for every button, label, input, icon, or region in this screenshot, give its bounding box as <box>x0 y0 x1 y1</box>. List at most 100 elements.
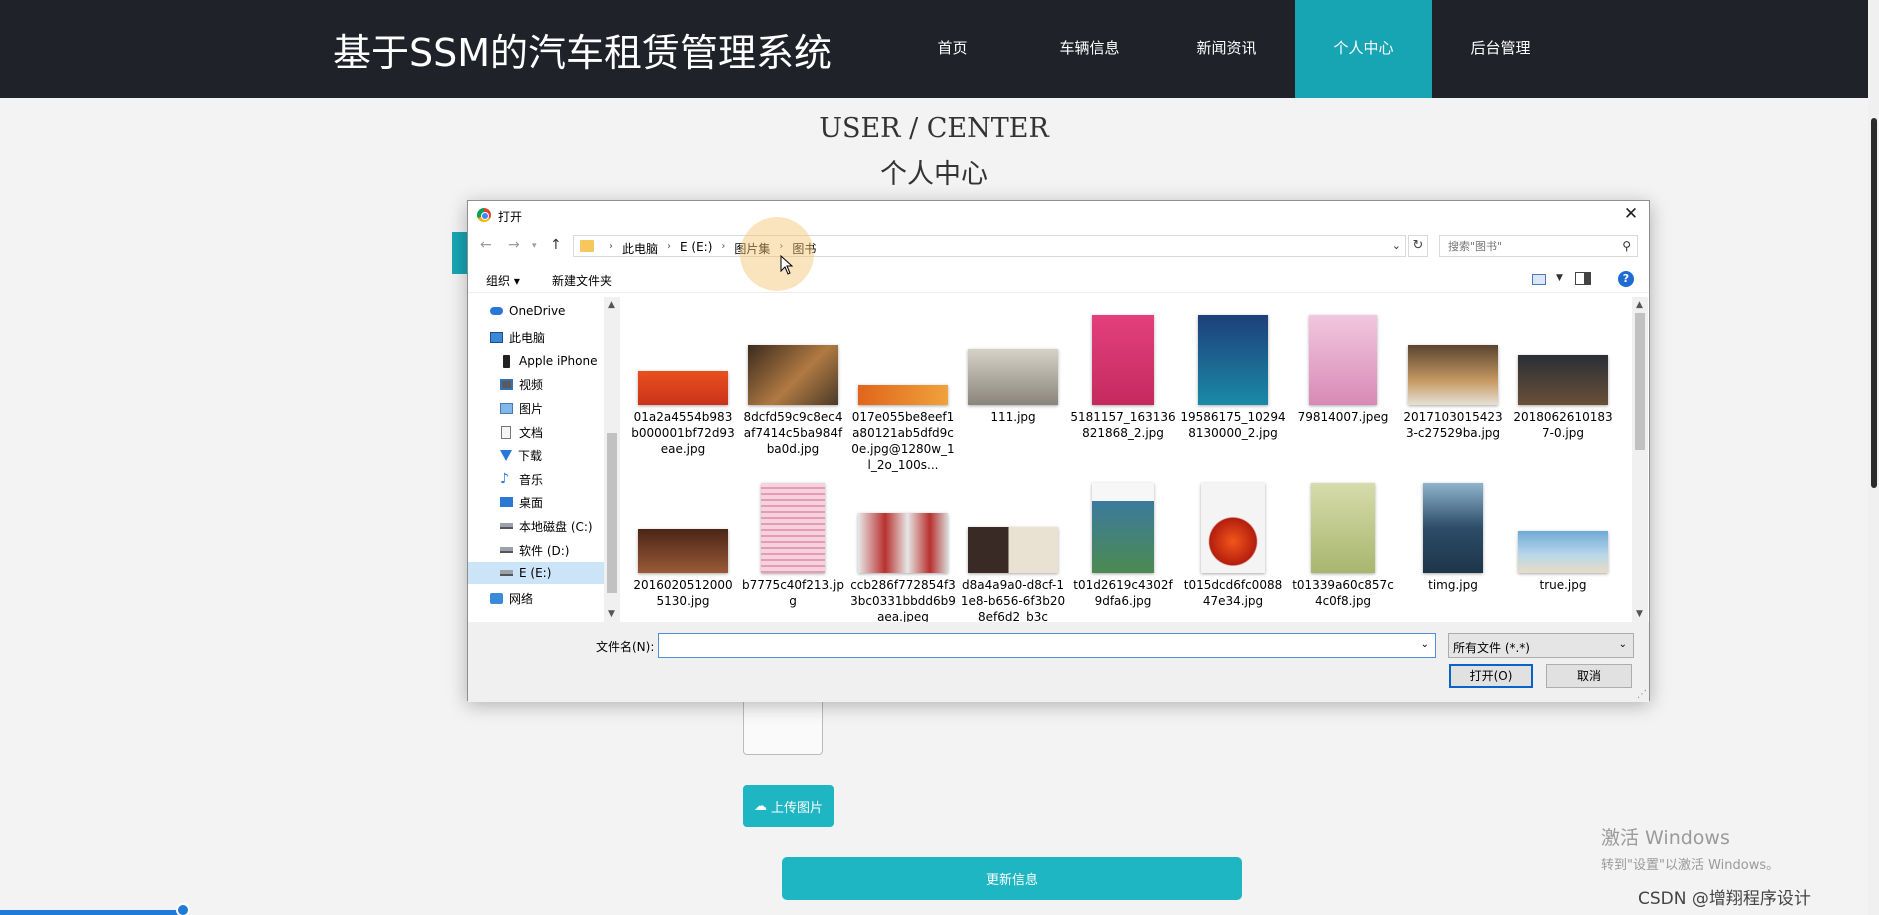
drive-icon <box>500 570 513 576</box>
file-item[interactable]: 79814007.jpeg <box>1290 305 1396 465</box>
file-thumbnail <box>1408 345 1498 405</box>
file-item[interactable]: 20171030154233-c27529ba.jpg <box>1400 305 1506 465</box>
file-thumbnail <box>1092 315 1154 405</box>
sidebar-item-drive-e[interactable]: E (E:) <box>468 562 604 584</box>
navigation-scrollbar[interactable]: ▲ ▼ <box>604 297 620 622</box>
file-name: b7775c40f213.jpg <box>742 578 844 608</box>
back-arrow-icon[interactable]: ← <box>480 237 492 253</box>
sidebar-item-onedrive[interactable]: OneDrive <box>490 300 604 322</box>
file-item[interactable]: timg.jpg <box>1400 473 1506 622</box>
view-mode-icon[interactable] <box>1530 270 1552 288</box>
file-name: true.jpg <box>1539 578 1587 592</box>
scroll-up-icon[interactable]: ▲ <box>608 300 615 310</box>
phone-icon <box>503 354 510 368</box>
nav-news[interactable]: 新闻资讯 <box>1158 0 1295 98</box>
file-item[interactable]: t01d2619c4302f9dfa6.jpg <box>1070 473 1176 622</box>
close-icon[interactable]: ✕ <box>1621 204 1641 224</box>
file-name: timg.jpg <box>1428 578 1478 592</box>
file-item[interactable]: ccb286f772854f33bc0331bbdd6b9aea.jpeg <box>850 473 956 622</box>
chevron-down-icon[interactable]: ⌄ <box>1421 639 1429 650</box>
sidebar-item-desktop[interactable]: 桌面 <box>500 491 604 513</box>
file-thumbnail <box>638 529 728 573</box>
nav-home[interactable]: 首页 <box>884 0 1021 98</box>
sidebar-item-drive-d[interactable]: 软件 (D:) <box>500 539 604 561</box>
dialog-titlebar: 打开 ✕ <box>468 201 1649 229</box>
organize-button[interactable]: 组织 ▾ <box>486 272 520 289</box>
breadcrumb-item[interactable]: 此电脑 <box>622 240 658 257</box>
filename-input[interactable] <box>659 634 1409 657</box>
resize-grip-icon[interactable]: ⋰ <box>1637 689 1647 700</box>
sidebar-item-drive-c[interactable]: 本地磁盘 (C:) <box>500 515 604 537</box>
sidebar-item-network[interactable]: 网络 <box>490 587 604 609</box>
search-input[interactable] <box>1440 236 1610 256</box>
sidebar-item-label: Apple iPhone <box>519 354 598 368</box>
recent-dropdown-icon[interactable]: ▾ <box>532 241 537 251</box>
scroll-down-icon[interactable]: ▼ <box>608 609 615 619</box>
nav-admin[interactable]: 后台管理 <box>1432 0 1569 98</box>
file-thumbnail <box>858 513 948 573</box>
file-item[interactable]: true.jpg <box>1510 473 1616 622</box>
page-title-en: USER / CENTER <box>819 113 1049 144</box>
file-name: 01a2a4554b983b000001bf72d93eae.jpg <box>631 410 735 456</box>
file-thumbnail <box>1092 483 1154 573</box>
sidebar-item-iphone[interactable]: Apple iPhone <box>500 350 604 372</box>
file-item[interactable]: t01339a60c857c4c0f8.jpg <box>1290 473 1396 622</box>
update-info-button[interactable]: 更新信息 <box>782 857 1242 900</box>
file-item[interactable]: d8a4a9a0-d8cf-11e8-b656-6f3b208ef6d2_b3c <box>960 473 1066 622</box>
file-grid-scrollbar-thumb[interactable] <box>1635 313 1645 450</box>
video-progress-handle[interactable] <box>176 903 190 915</box>
dialog-bottom-bar: 文件名(N): ⌄ 所有文件 (*.*) ⌄ 打开(O) 取消 ⋰ <box>468 622 1649 702</box>
scroll-up-icon[interactable]: ▲ <box>1636 300 1643 310</box>
windows-activation-watermark: 激活 Windows 转到"设置"以激活 Windows。 <box>1601 823 1779 873</box>
help-icon[interactable]: ? <box>1618 271 1634 287</box>
forward-arrow-icon[interactable]: → <box>508 237 520 253</box>
sidebar-item-videos[interactable]: 视频 <box>500 373 604 395</box>
file-item[interactable]: 8dcfd59c9c8ec4af7414c5ba984fba0d.jpg <box>740 305 846 465</box>
refresh-icon[interactable]: ↻ <box>1408 235 1428 257</box>
video-progress-bar[interactable] <box>0 910 185 915</box>
sidebar-item-label: 文档 <box>519 425 544 440</box>
page-scrollbar[interactable] <box>1868 0 1879 915</box>
file-item[interactable]: 01a2a4554b983b000001bf72d93eae.jpg <box>630 305 736 465</box>
nav-vehicles[interactable]: 车辆信息 <box>1021 0 1158 98</box>
file-item[interactable]: 20160205120005130.jpg <box>630 473 736 622</box>
view-dropdown-icon[interactable]: ▼ <box>1556 273 1563 283</box>
sidebar-item-pictures[interactable]: 图片 <box>500 397 604 419</box>
search-icon[interactable]: ⚲ <box>1622 239 1631 253</box>
sidebar-item-this-pc[interactable]: 此电脑 <box>490 326 604 348</box>
filename-label: 文件名(N): <box>596 640 655 654</box>
filename-field[interactable]: ⌄ <box>658 633 1436 658</box>
file-name: ccb286f772854f33bc0331bbdd6b9aea.jpeg <box>850 578 956 622</box>
scroll-down-icon[interactable]: ▼ <box>1636 609 1643 619</box>
sidebar-item-label: E (E:) <box>519 566 552 580</box>
file-grid-scrollbar[interactable]: ▲ ▼ <box>1632 297 1648 622</box>
breadcrumb-item[interactable]: E (E:) <box>680 240 712 257</box>
breadcrumb-chevron-icon: › <box>721 241 726 252</box>
file-item[interactable]: 017e055be8eef1a80121ab5dfd9c0e.jpg@1280w… <box>850 305 956 472</box>
page-scrollbar-thumb[interactable] <box>1871 118 1877 488</box>
search-box[interactable]: ⚲ <box>1439 235 1638 257</box>
file-thumbnail <box>1518 355 1608 405</box>
sidebar-item-documents[interactable]: 文档 <box>500 421 604 443</box>
side-tab[interactable] <box>452 232 468 274</box>
cancel-button[interactable]: 取消 <box>1546 664 1632 688</box>
open-button[interactable]: 打开(O) <box>1449 664 1533 688</box>
file-type-select[interactable]: 所有文件 (*.*) ⌄ <box>1448 633 1634 658</box>
file-item[interactable]: b7775c40f213.jpg <box>740 473 846 622</box>
chevron-down-icon[interactable]: ⌄ <box>1392 239 1401 252</box>
file-item[interactable]: 5181157_163136821868_2.jpg <box>1070 305 1176 465</box>
address-bar[interactable]: › 此电脑 › E (E:) › 图片集 › 图书 ⌄ <box>573 235 1406 257</box>
dialog-title: 打开 <box>498 210 523 224</box>
up-arrow-icon[interactable]: ↑ <box>550 237 562 253</box>
sidebar-item-downloads[interactable]: 下载 <box>500 444 604 466</box>
file-item[interactable]: t015dcd6fc008847e34.jpg <box>1180 473 1286 622</box>
file-item[interactable]: 111.jpg <box>960 305 1066 465</box>
file-item[interactable]: 20180626101837-0.jpg <box>1510 305 1616 465</box>
upload-image-button[interactable]: ☁ 上传图片 <box>743 785 834 827</box>
preview-pane-icon[interactable] <box>1575 272 1591 285</box>
navigation-scrollbar-thumb[interactable] <box>607 433 617 593</box>
nav-user-center[interactable]: 个人中心 <box>1295 0 1432 98</box>
new-folder-button[interactable]: 新建文件夹 <box>552 272 612 289</box>
sidebar-item-music[interactable]: ♪ 音乐 <box>500 468 604 490</box>
file-item[interactable]: 19586175_102948130000_2.jpg <box>1180 305 1286 465</box>
